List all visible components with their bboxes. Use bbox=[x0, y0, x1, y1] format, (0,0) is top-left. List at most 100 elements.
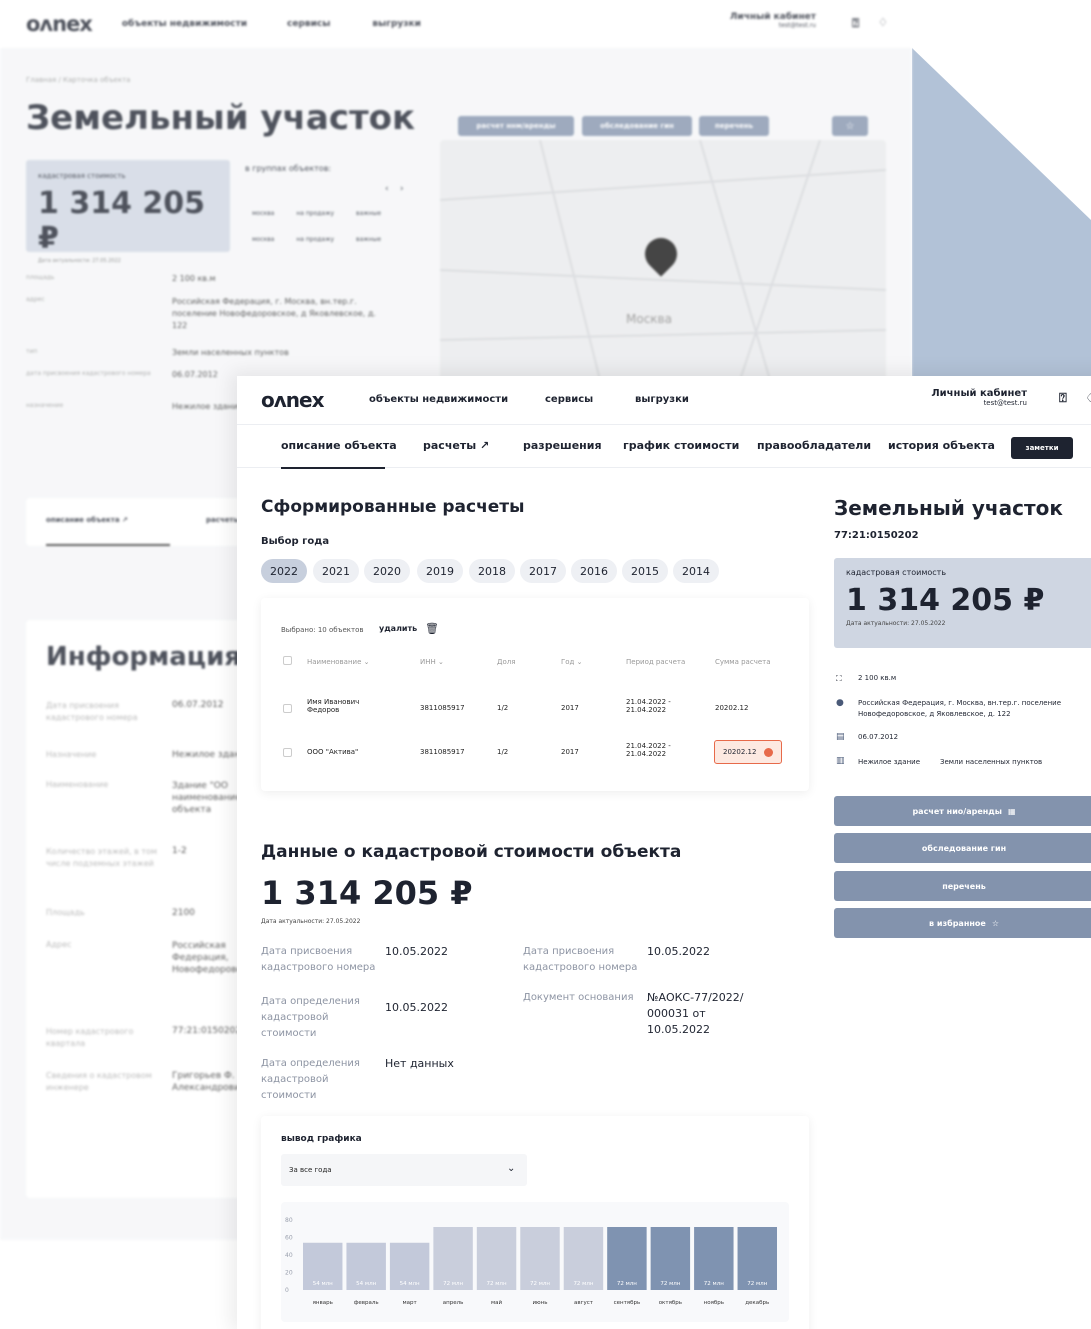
back-groups-arrows[interactable]: ‹ › bbox=[385, 184, 404, 194]
decorative-diagonal bbox=[912, 48, 1091, 378]
document-icon: ▤ bbox=[836, 732, 845, 742]
year-2017[interactable]: 2017 bbox=[520, 559, 566, 583]
back-group-row-1[interactable]: москва на продажу важные bbox=[252, 210, 381, 217]
col-name[interactable]: Наименование ⌄ bbox=[307, 658, 370, 666]
back-breadcrumb[interactable]: Главная / Карточка объекта bbox=[26, 76, 130, 84]
year-2019[interactable]: 2019 bbox=[417, 559, 463, 583]
year-2016[interactable]: 2016 bbox=[571, 559, 617, 583]
row-year: 2017 bbox=[561, 748, 579, 756]
trash-icon[interactable]: 🗑 bbox=[425, 622, 439, 635]
back-price: 1 314 205 ₽ bbox=[38, 186, 206, 256]
notes-button[interactable]: заметки bbox=[1011, 437, 1073, 459]
bell-icon[interactable]: ♢ bbox=[1085, 391, 1091, 405]
survey-button[interactable]: обследование гин bbox=[834, 833, 1091, 863]
back-nav-services[interactable]: сервисы bbox=[287, 19, 330, 29]
bar-value-label: 54 млн bbox=[313, 1281, 333, 1287]
col-inn[interactable]: ИНН ⌄ bbox=[420, 658, 444, 666]
col-year[interactable]: Год ⌄ bbox=[561, 658, 583, 666]
back-group-row-2[interactable]: москва на продажу важные bbox=[252, 236, 381, 243]
composite-screenshot: oʌnex объекты недвижимости сервисы выгру… bbox=[0, 0, 1091, 1329]
back-logo[interactable]: oʌnex bbox=[26, 12, 93, 36]
delete-button[interactable]: удалить bbox=[379, 624, 417, 633]
row-period: 21.04.2022 - 21.04.2022 bbox=[626, 698, 671, 714]
side-price-card: кадастровая стоимость 1 314 205 ₽ Дата а… bbox=[834, 558, 1091, 648]
bar-value-label: 72 млн bbox=[704, 1281, 724, 1287]
tab-calculations[interactable]: расчеты ↗ bbox=[423, 439, 489, 452]
year-2018[interactable]: 2018 bbox=[469, 559, 515, 583]
cadastral-date: Дата актуальности: 27.05.2022 bbox=[261, 918, 361, 925]
x-tick-label: октябрь bbox=[659, 1300, 682, 1306]
back-star-icon[interactable]: ☆ bbox=[832, 116, 868, 136]
list-button[interactable]: перечень bbox=[834, 871, 1091, 901]
favorite-button[interactable]: в избранное ☆ bbox=[834, 908, 1091, 938]
side-address: Российская Федерация, г. Москва, вн.тер.… bbox=[858, 699, 1062, 718]
help-icon[interactable]: ⍰ bbox=[1059, 391, 1067, 406]
back-price-card: кадастровая стоимость 1 314 205 ₽ Дата а… bbox=[26, 160, 230, 264]
back-tab-description[interactable]: описание объекта ↗ bbox=[46, 516, 128, 524]
foreground-screen: oʌnex объекты недвижимости сервисы выгру… bbox=[237, 376, 1091, 1329]
tab-owners[interactable]: правообладатели bbox=[757, 439, 871, 452]
col-sum: Сумма расчета bbox=[715, 658, 771, 666]
side-type-2: Земли населенных пунктов bbox=[940, 758, 1043, 766]
warning-icon bbox=[764, 747, 774, 757]
x-tick-label: март bbox=[403, 1300, 418, 1306]
back-email: test@test.ru bbox=[778, 22, 816, 29]
back-tab-calc[interactable]: расчеты bbox=[206, 516, 240, 524]
chevron-down-icon: ⌄ bbox=[507, 1163, 516, 1174]
tab-cost-chart[interactable]: график стоимости bbox=[623, 439, 739, 452]
back-nav-objects[interactable]: объекты недвижимости bbox=[122, 19, 247, 29]
side-type-1: Нежилое здание bbox=[858, 758, 920, 766]
row-sum: 20202.12 bbox=[715, 704, 749, 712]
building-icon: ▥ bbox=[836, 756, 845, 766]
back-survey-button[interactable]: обследование гин bbox=[582, 116, 692, 136]
y-tick-label: 20 bbox=[285, 1270, 293, 1277]
col-period: Период расчета bbox=[626, 658, 686, 666]
bar-value-label: 72 млн bbox=[573, 1281, 593, 1287]
nav-objects[interactable]: объекты недвижимости bbox=[369, 394, 508, 405]
bell-icon[interactable]: ♢ bbox=[878, 16, 888, 29]
front-logo[interactable]: oʌnex bbox=[261, 388, 324, 412]
back-tab-underline bbox=[46, 544, 170, 546]
row-checkbox[interactable] bbox=[283, 704, 292, 713]
row-sum-error[interactable]: 20202.12 bbox=[714, 740, 782, 764]
x-tick-label: январь bbox=[313, 1300, 333, 1306]
star-icon: ☆ bbox=[991, 918, 999, 928]
row-period: 21.04.2022 - 21.04.2022 bbox=[626, 742, 671, 758]
cadastral-left: Дата присвоения кадастрового номера 10.05… bbox=[261, 945, 454, 1101]
nav-exports[interactable]: выгрузки bbox=[635, 394, 689, 405]
side-date: 06.07.2012 bbox=[858, 733, 899, 741]
back-cabinet[interactable]: Личный кабинет bbox=[720, 12, 816, 22]
side-price-date: Дата актуальности: 27.05.2022 bbox=[846, 620, 946, 627]
tab-permissions[interactable]: разрешения bbox=[523, 439, 602, 452]
side-title: Земельный участок bbox=[834, 496, 1063, 520]
back-list-button[interactable]: перечень bbox=[699, 116, 769, 136]
year-2020[interactable]: 2020 bbox=[364, 559, 410, 583]
area-icon: ⛶ bbox=[836, 674, 842, 683]
calc-rent-button[interactable]: расчет нио/аренды ▦ bbox=[834, 796, 1091, 826]
table-row[interactable]: ООО "Актива" 3811085917 1/2 2017 21.04.2… bbox=[261, 738, 809, 768]
calc-table-card: Выбрано: 10 объектов удалить 🗑 Наименова… bbox=[261, 598, 809, 791]
calculator-icon: ▦ bbox=[1007, 806, 1016, 816]
select-all-checkbox[interactable] bbox=[283, 656, 292, 665]
nav-services[interactable]: сервисы bbox=[545, 394, 593, 405]
year-2022[interactable]: 2022 bbox=[261, 559, 307, 583]
year-2014[interactable]: 2014 bbox=[673, 559, 719, 583]
back-nav-exports[interactable]: выгрузки bbox=[372, 19, 421, 29]
cadastral-price: 1 314 205 ₽ bbox=[261, 874, 473, 912]
year-2021[interactable]: 2021 bbox=[313, 559, 359, 583]
tab-description[interactable]: описание объекта bbox=[281, 439, 397, 452]
x-tick-label: май bbox=[491, 1299, 503, 1306]
bar-value-label: 72 млн bbox=[487, 1281, 507, 1287]
back-calc-button[interactable]: расчет ннм/аренды bbox=[458, 116, 574, 136]
table-row[interactable]: Имя Иванович Федоров 3811085917 1/2 2017… bbox=[261, 694, 809, 724]
help-icon[interactable]: ⍰ bbox=[852, 16, 859, 31]
map-city: Москва bbox=[626, 312, 672, 326]
row-checkbox[interactable] bbox=[283, 748, 292, 757]
year-2015[interactable]: 2015 bbox=[622, 559, 668, 583]
cadastral-right: Дата присвоения кадастрового номера 10.05… bbox=[523, 945, 744, 1036]
back-map[interactable]: Москва bbox=[440, 140, 886, 380]
cabinet-link[interactable]: Личный кабинет bbox=[927, 388, 1027, 399]
chart-period-select[interactable]: За все года ⌄ bbox=[281, 1154, 527, 1186]
row-inn: 3811085917 bbox=[420, 748, 465, 756]
tab-history[interactable]: история объекта bbox=[888, 439, 995, 452]
